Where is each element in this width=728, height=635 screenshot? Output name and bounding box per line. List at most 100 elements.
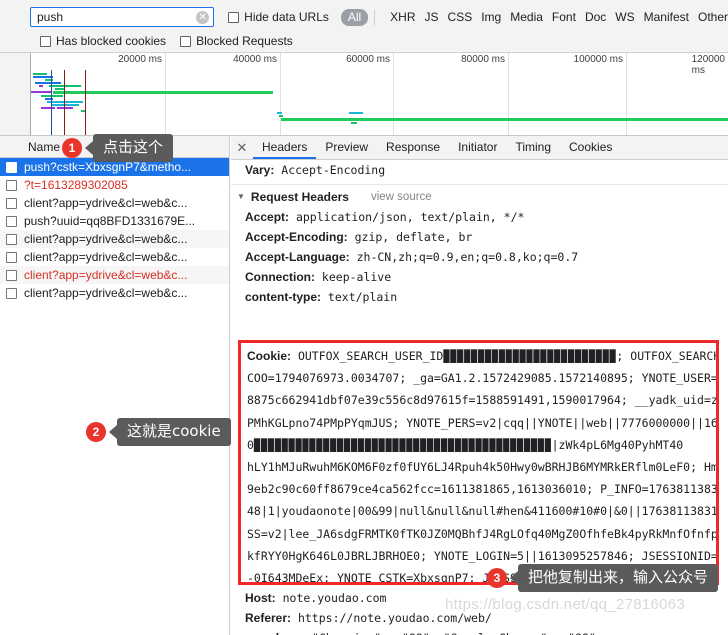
cookie-line-1: COO=1794076973.0034707; _ga=GA1.2.157242… [247, 371, 719, 386]
request-name: client?app=ydrive&cl=web&c... [24, 268, 188, 282]
request-checkbox-icon[interactable] [6, 287, 17, 299]
header-key: Referer: [245, 611, 292, 625]
header-key: sec-ch-ua: [245, 631, 305, 635]
header-value: application/json, text/plain, */* [289, 210, 525, 224]
request-checkbox-icon[interactable] [6, 251, 17, 263]
view-source-link[interactable]: view source [371, 187, 432, 207]
blocked-requests-label: Blocked Requests [196, 34, 293, 48]
header-value: Accept-Encoding [274, 163, 386, 177]
filter-type-other[interactable]: Other [698, 10, 728, 24]
filter-type-manifest[interactable]: Manifest [644, 10, 689, 24]
toolbar-divider [374, 9, 376, 25]
has-blocked-cookies-checkbox[interactable]: Has blocked cookies [40, 34, 166, 48]
cookie-line-text: OUTFOX_SEARCH_USER_ID▉▉▉▉▉▉▉▉▉▉▉▉▉▉▉▉▉▉▉… [291, 349, 719, 363]
request-name: client?app=ydrive&cl=web&c... [24, 232, 188, 246]
filter-type-media[interactable]: Media [510, 10, 543, 24]
detail-tabbar: ✕ Headers Preview Response Initiator Tim… [231, 136, 728, 160]
request-headers-section[interactable]: ▼ Request Headers view source [231, 187, 728, 207]
tab-cookies[interactable]: Cookies [560, 136, 621, 159]
callout-number: 2 [86, 422, 106, 443]
request-row-2[interactable]: client?app=ydrive&cl=web&c... [0, 194, 229, 212]
clear-filter-icon[interactable]: ✕ [196, 11, 210, 24]
waterfall-bar [51, 104, 79, 106]
filter-type-img[interactable]: Img [481, 10, 501, 24]
toolbar-gutter [0, 0, 30, 52]
chevron-down-icon[interactable]: ▼ [237, 187, 245, 207]
header-row-accept-encoding: Accept-Encoding: gzip, deflate, br [231, 227, 728, 247]
tab-response[interactable]: Response [377, 136, 449, 159]
request-list[interactable]: Name push?cstk=XbxsgnP7&metho... ?t=1613… [0, 136, 230, 635]
request-name: push?uuid=qq8BFD1331679E... [24, 214, 196, 228]
request-row-5[interactable]: client?app=ydrive&cl=web&c... [0, 248, 229, 266]
filter-input[interactable] [35, 7, 199, 27]
overview-gridline [393, 53, 394, 135]
request-name: client?app=ydrive&cl=web&c... [24, 250, 188, 264]
request-row-1[interactable]: ?t=1613289302085 [0, 176, 229, 194]
filter-input-wrapper[interactable]: ✕ [30, 7, 215, 27]
header-value: https://note.youdao.com/web/ [291, 611, 492, 625]
overview-gridline [508, 53, 509, 135]
network-main-panel: Name push?cstk=XbxsgnP7&metho... ?t=1613… [0, 136, 728, 635]
request-row-3[interactable]: push?uuid=qq8BFD1331679E... [0, 212, 229, 230]
filter-type-doc[interactable]: Doc [585, 10, 606, 24]
request-row-4[interactable]: client?app=ydrive&cl=web&c... [0, 230, 229, 248]
tab-timing[interactable]: Timing [506, 136, 560, 159]
request-checkbox-icon[interactable] [6, 215, 17, 227]
callout-1: 1 点击这个 [62, 134, 174, 163]
network-overview-timeline[interactable]: 20000 ms 40000 ms 60000 ms 80000 ms 1000… [0, 53, 728, 136]
waterfall-bar [47, 101, 83, 103]
overview-tick: 20000 ms [118, 54, 162, 65]
request-detail-pane: ✕ Headers Preview Response Initiator Tim… [231, 136, 728, 635]
request-checkbox-icon[interactable] [6, 179, 17, 191]
overview-ruler: 20000 ms 40000 ms 60000 ms 80000 ms 1000… [31, 53, 728, 76]
filter-type-js[interactable]: JS [425, 10, 439, 24]
network-filter-toolbar: ✕ Hide data URLs All XHR JS CSS Img Medi… [0, 0, 728, 53]
header-row-connection: Connection: keep-alive [231, 267, 728, 287]
waterfall-bar [49, 85, 81, 87]
overview-dcl-line [51, 70, 52, 135]
watermark: https://blog.csdn.net/qq_27816063 [445, 596, 686, 613]
header-key: content-type: [245, 290, 321, 304]
filter-row-primary: ✕ Hide data URLs All XHR JS CSS Img Medi… [30, 6, 728, 28]
overview-tick: 80000 ms [461, 54, 505, 65]
request-row-7[interactable]: client?app=ydrive&cl=web&c... [0, 284, 229, 302]
header-row-accept-language: Accept-Language: zh-CN,zh;q=0.9,en;q=0.8… [231, 247, 728, 267]
header-value: text/plain [321, 290, 398, 304]
request-checkbox-icon[interactable] [6, 161, 17, 173]
filter-type-ws[interactable]: WS [615, 10, 634, 24]
callout-arrow-icon [109, 425, 117, 440]
header-key: Vary: [245, 163, 275, 177]
overview-gridline [626, 53, 627, 135]
filter-type-css[interactable]: CSS [448, 10, 473, 24]
hide-data-urls-checkbox[interactable]: Hide data URLs [228, 10, 329, 24]
request-checkbox-icon[interactable] [6, 269, 17, 281]
request-row-6[interactable]: client?app=ydrive&cl=web&c... [0, 266, 229, 284]
waterfall-bar [33, 73, 47, 75]
request-rows[interactable]: push?cstk=XbxsgnP7&metho... ?t=161328930… [0, 158, 229, 635]
overview-gridline [165, 53, 166, 135]
tab-preview[interactable]: Preview [316, 136, 377, 159]
header-key: Accept: [245, 210, 290, 224]
request-checkbox-icon[interactable] [6, 197, 17, 209]
request-checkbox-icon[interactable] [6, 233, 17, 245]
cookie-key: Cookie: [247, 349, 292, 363]
close-icon[interactable]: ✕ [231, 140, 253, 156]
blocked-requests-checkbox[interactable]: Blocked Requests [180, 34, 293, 48]
checkbox-box-icon[interactable] [40, 35, 51, 47]
overview-load-line [85, 70, 86, 135]
tab-headers[interactable]: Headers [253, 136, 317, 159]
checkbox-box-icon[interactable] [228, 11, 240, 23]
cookie-highlight-box: Cookie: OUTFOX_SEARCH_USER_ID▉▉▉▉▉▉▉▉▉▉▉… [238, 340, 719, 585]
waterfall-bar [53, 91, 273, 94]
tab-initiator[interactable]: Initiator [449, 136, 506, 159]
header-row-sec-ch-ua: sec-ch-ua: "Chromium";v="88", "Google Ch… [231, 628, 728, 635]
cookie-header-text[interactable]: Cookie: OUTFOX_SEARCH_USER_ID▉▉▉▉▉▉▉▉▉▉▉… [247, 345, 719, 582]
waterfall-bar [39, 85, 43, 87]
filter-type-all[interactable]: All [340, 8, 369, 26]
cookie-line-4: 0▉▉▉▉▉▉▉▉▉▉▉▉▉▉▉▉▉▉▉▉▉▉▉▉▉▉▉▉▉▉▉▉▉▉▉▉▉▉▉… [247, 437, 684, 452]
filter-type-font[interactable]: Font [552, 10, 576, 24]
overview-canvas[interactable]: 20000 ms 40000 ms 60000 ms 80000 ms 1000… [30, 53, 728, 135]
waterfall-bar [277, 112, 282, 114]
filter-type-xhr[interactable]: XHR [390, 10, 415, 24]
checkbox-box-icon[interactable] [180, 35, 192, 47]
